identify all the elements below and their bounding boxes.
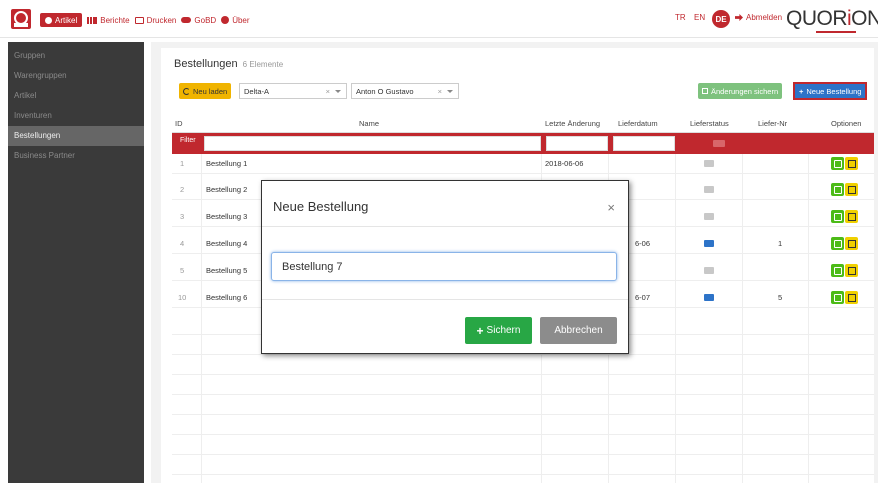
nav-artikel[interactable]: Artikel [40, 13, 83, 27]
main-menu: Artikel Berichte Drucken GoBD Über [40, 13, 250, 27]
truck-icon[interactable] [713, 140, 725, 147]
brand-logo: QUORiON [786, 7, 878, 30]
table-header: ID Name Letzte Änderung Lieferdatum Lief… [172, 114, 874, 133]
plus-icon: + [799, 86, 804, 96]
filter-row: Filter [172, 133, 874, 154]
chevron-down-icon [335, 90, 341, 93]
chevron-down-icon [447, 90, 453, 93]
empty-row [172, 375, 874, 395]
nav-berichte[interactable]: Berichte [87, 14, 130, 27]
copy-icon[interactable] [845, 183, 858, 196]
empty-row [172, 355, 874, 375]
col-id[interactable]: ID [175, 119, 183, 128]
empty-row [172, 455, 874, 475]
sidebar-item-gruppen[interactable]: Gruppen [8, 46, 144, 66]
sidebar-item-bestellungen[interactable]: Bestellungen [8, 126, 144, 146]
edit-icon[interactable] [831, 210, 844, 223]
sidebar-item-inventuren[interactable]: Inventuren [8, 106, 144, 126]
save-changes-button[interactable]: Änderungen sichern [698, 83, 783, 99]
clock-icon [45, 16, 52, 24]
lang-tr[interactable]: TR [675, 13, 686, 22]
nav-ueber[interactable]: Über [221, 14, 250, 27]
copy-icon[interactable] [845, 210, 858, 223]
truck-icon [704, 213, 714, 220]
reload-button[interactable]: Neu laden [179, 83, 232, 99]
dialog-divider [262, 226, 628, 227]
edit-icon[interactable] [831, 237, 844, 250]
new-order-dialog: Neue Bestellung × + Sichern Abbrechen [261, 180, 629, 354]
filter-name-input[interactable] [204, 136, 541, 151]
copy-icon[interactable] [845, 291, 858, 304]
brand-underline [816, 31, 856, 33]
dialog-divider [262, 299, 628, 300]
clear-icon[interactable]: × [438, 87, 442, 96]
printer-icon [134, 16, 144, 24]
edit-icon[interactable] [831, 264, 844, 277]
truck-icon [704, 240, 714, 247]
lang-en[interactable]: EN [694, 13, 705, 22]
filter-changed-input[interactable] [546, 136, 608, 151]
clear-icon[interactable]: × [326, 87, 330, 96]
empty-row [172, 395, 874, 415]
save-button[interactable]: + Sichern [465, 317, 532, 344]
top-navigation: Artikel Berichte Drucken GoBD Über TR EN… [0, 0, 878, 38]
new-order-button[interactable]: + Neue Bestellung [793, 82, 868, 100]
sidebar-item-business-partner[interactable]: Business Partner [8, 146, 144, 166]
col-last-changed[interactable]: Letzte Änderung [545, 119, 600, 128]
cancel-button[interactable]: Abbrechen [540, 317, 617, 344]
sidebar: Gruppen Warengruppen Artikel Inventuren … [8, 42, 144, 483]
reload-icon [183, 87, 190, 95]
copy-icon[interactable] [845, 264, 858, 277]
plus-icon: + [476, 323, 484, 338]
edit-icon[interactable] [831, 157, 844, 170]
branch-select[interactable]: Delta-A × [239, 83, 347, 99]
col-options: Optionen [831, 119, 862, 128]
sidebar-item-artikel[interactable]: Artikel [8, 86, 144, 106]
item-count: 6 Elemente [242, 60, 284, 69]
empty-row [172, 435, 874, 455]
col-delivery-number[interactable]: Liefer-Nr [758, 119, 787, 128]
chart-icon [87, 16, 98, 24]
nav-drucken[interactable]: Drucken [134, 14, 176, 27]
empty-row [172, 415, 874, 435]
truck-icon [704, 294, 714, 301]
dialog-title: Neue Bestellung [273, 199, 369, 214]
logout-icon [735, 14, 743, 21]
sidebar-item-warengruppen[interactable]: Warengruppen [8, 66, 144, 86]
save-icon [702, 88, 708, 94]
lang-de[interactable]: DE [712, 10, 730, 28]
nav-gobd[interactable]: GoBD [181, 14, 216, 27]
info-icon [221, 16, 230, 24]
truck-icon [704, 186, 714, 193]
edit-icon[interactable] [831, 291, 844, 304]
table-row[interactable]: 1 Bestellung 1 2018-06-06 [172, 154, 874, 174]
logout-link[interactable]: Abmelden [735, 13, 782, 22]
supplier-select[interactable]: Anton O Gustavo × [351, 83, 459, 99]
order-name-input[interactable] [271, 252, 617, 281]
copy-icon[interactable] [845, 157, 858, 170]
truck-icon [704, 267, 714, 274]
col-name[interactable]: Name [359, 119, 379, 128]
col-delivery-date[interactable]: Lieferdatum [618, 119, 658, 128]
page-title: Bestellungen 6 Elemente [174, 58, 284, 70]
app-logo-icon[interactable] [11, 9, 31, 29]
close-icon[interactable]: × [607, 200, 615, 215]
col-delivery-status[interactable]: Lieferstatus [690, 119, 729, 128]
copy-icon[interactable] [845, 237, 858, 250]
filter-delivery-input[interactable] [613, 136, 675, 151]
cloud-icon [181, 17, 192, 23]
truck-icon [704, 160, 714, 167]
edit-icon[interactable] [831, 183, 844, 196]
